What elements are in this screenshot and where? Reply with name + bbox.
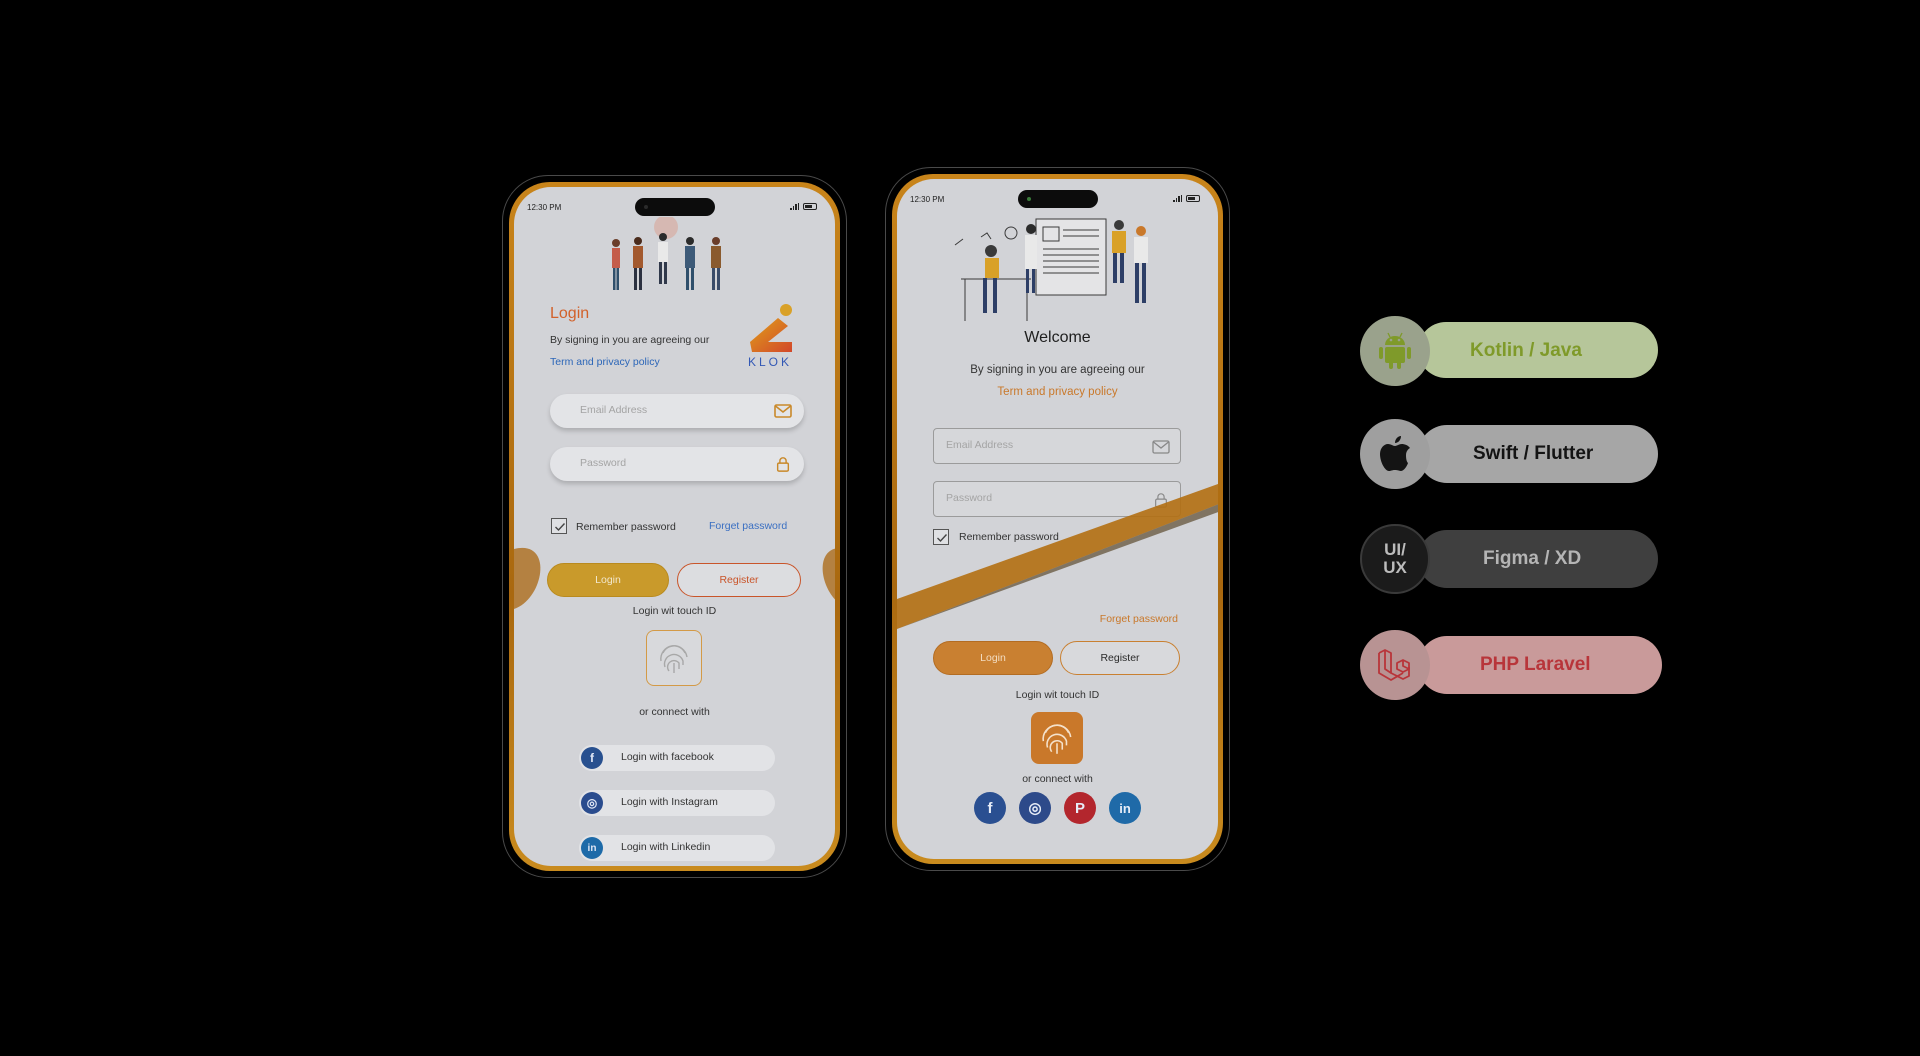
login-instagram-label: Login with Instagram <box>621 796 718 808</box>
mail-icon <box>1152 440 1170 454</box>
register-button[interactable]: Register <box>1060 641 1180 675</box>
status-time: 12:30 PM <box>527 203 562 212</box>
pinterest-icon[interactable]: P <box>1064 792 1096 824</box>
mail-icon <box>774 404 792 418</box>
instagram-icon: ◎ <box>581 792 603 814</box>
forget-password-link[interactable]: Forget password <box>1100 613 1178 625</box>
ui-ux-icon-text-bottom: UX <box>1383 558 1407 577</box>
remember-checkbox[interactable] <box>551 518 567 534</box>
password-input[interactable]: Password <box>550 447 804 481</box>
login-linkedin-label: Login with Linkedin <box>621 841 711 853</box>
password-placeholder: Password <box>580 457 627 469</box>
terms-link[interactable]: Term and privacy policy <box>550 356 660 368</box>
signal-icon <box>790 203 799 210</box>
tech-badge-php-laravel: PHP Laravel <box>1358 628 1668 700</box>
remember-label: Remember password <box>576 521 676 533</box>
checkmark-icon <box>555 523 566 532</box>
connect-label: or connect with <box>1022 773 1093 785</box>
instagram-icon[interactable]: ◎ <box>1019 792 1051 824</box>
android-icon <box>1360 316 1430 386</box>
touch-id-label: Login wit touch ID <box>632 605 717 617</box>
phone-screen: 12:30 PM Login By signing in you are agr… <box>514 187 835 866</box>
terms-text: By signing in you are agreeing our <box>970 364 1145 376</box>
email-input[interactable]: Email Address <box>550 394 804 428</box>
tech-badge-swift-flutter: Swift / Flutter <box>1358 417 1668 489</box>
email-placeholder: Email Address <box>580 404 648 416</box>
tech-badge-figma-xd: UI/ UX Figma / XD <box>1358 522 1668 594</box>
signal-icon <box>1173 195 1182 202</box>
login-button[interactable]: Login <box>547 563 669 597</box>
ui-ux-icon-text-top: UI/ <box>1384 540 1406 559</box>
forget-password-link[interactable]: Forget password <box>709 520 787 532</box>
terms-text: By signing in you are agreeing our <box>550 334 710 346</box>
login-linkedin-button[interactable]: in Login with Linkedin <box>579 835 775 861</box>
login-facebook-button[interactable]: f Login with facebook <box>579 745 775 771</box>
email-input[interactable]: Email Address <box>933 428 1181 464</box>
brand-wordmark: KLOK <box>747 355 792 369</box>
touch-id-button[interactable] <box>1031 712 1083 764</box>
dynamic-island <box>1017 190 1098 208</box>
status-time: 12:30 PM <box>910 195 945 204</box>
dynamic-island <box>634 198 715 216</box>
tech-badge-label: PHP Laravel <box>1480 654 1591 675</box>
page-title: Login <box>550 305 590 322</box>
tech-badge-label: Swift / Flutter <box>1473 443 1594 464</box>
touch-id-label: Login wit touch ID <box>1015 689 1100 701</box>
diagonal-divider <box>897 484 1218 629</box>
phone-bezel: 12:30 PM Welcome By signing in you are a… <box>892 174 1223 864</box>
lock-icon <box>776 457 790 472</box>
facebook-icon[interactable]: f <box>974 792 1006 824</box>
register-button[interactable]: Register <box>677 563 801 597</box>
laravel-icon <box>1360 630 1430 700</box>
office-illustration <box>954 218 1148 321</box>
fingerprint-icon <box>1042 724 1072 754</box>
battery-icon <box>1186 195 1200 202</box>
page-title: Welcome <box>1024 329 1091 346</box>
phone-mockup-login-klok: 12:30 PM Login By signing in you are agr… <box>502 175 847 878</box>
email-placeholder: Email Address <box>946 439 1014 451</box>
terms-notice: By signing in you are agreeing our Term … <box>550 329 720 373</box>
facebook-icon: f <box>581 747 603 769</box>
linkedin-icon[interactable]: in <box>1109 792 1141 824</box>
apple-icon <box>1360 419 1430 489</box>
team-illustration <box>612 217 721 290</box>
login-instagram-button[interactable]: ◎ Login with Instagram <box>579 790 775 816</box>
login-button[interactable]: Login <box>933 641 1053 675</box>
phone-screen: 12:30 PM Welcome By signing in you are a… <box>897 179 1218 859</box>
fingerprint-icon <box>660 645 688 673</box>
social-icons-row: f ◎ P in <box>974 792 1141 824</box>
tech-badge-kotlin-java: Kotlin / Java <box>1358 314 1668 386</box>
ui-ux-icon: UI/ UX <box>1360 524 1430 594</box>
tech-badge-label: Kotlin / Java <box>1470 340 1582 361</box>
tech-badge-label: Figma / XD <box>1483 548 1582 569</box>
login-facebook-label: Login with facebook <box>621 751 714 763</box>
terms-link[interactable]: Term and privacy policy <box>897 381 1218 403</box>
phone-mockup-welcome: 12:30 PM Welcome By signing in you are a… <box>885 167 1230 871</box>
linkedin-icon: in <box>581 837 603 859</box>
connect-label: or connect with <box>639 706 710 718</box>
touch-id-button[interactable] <box>646 630 702 686</box>
battery-icon <box>803 203 817 210</box>
phone-bezel: 12:30 PM Login By signing in you are agr… <box>509 182 840 871</box>
terms-notice: By signing in you are agreeing our Term … <box>897 359 1218 403</box>
